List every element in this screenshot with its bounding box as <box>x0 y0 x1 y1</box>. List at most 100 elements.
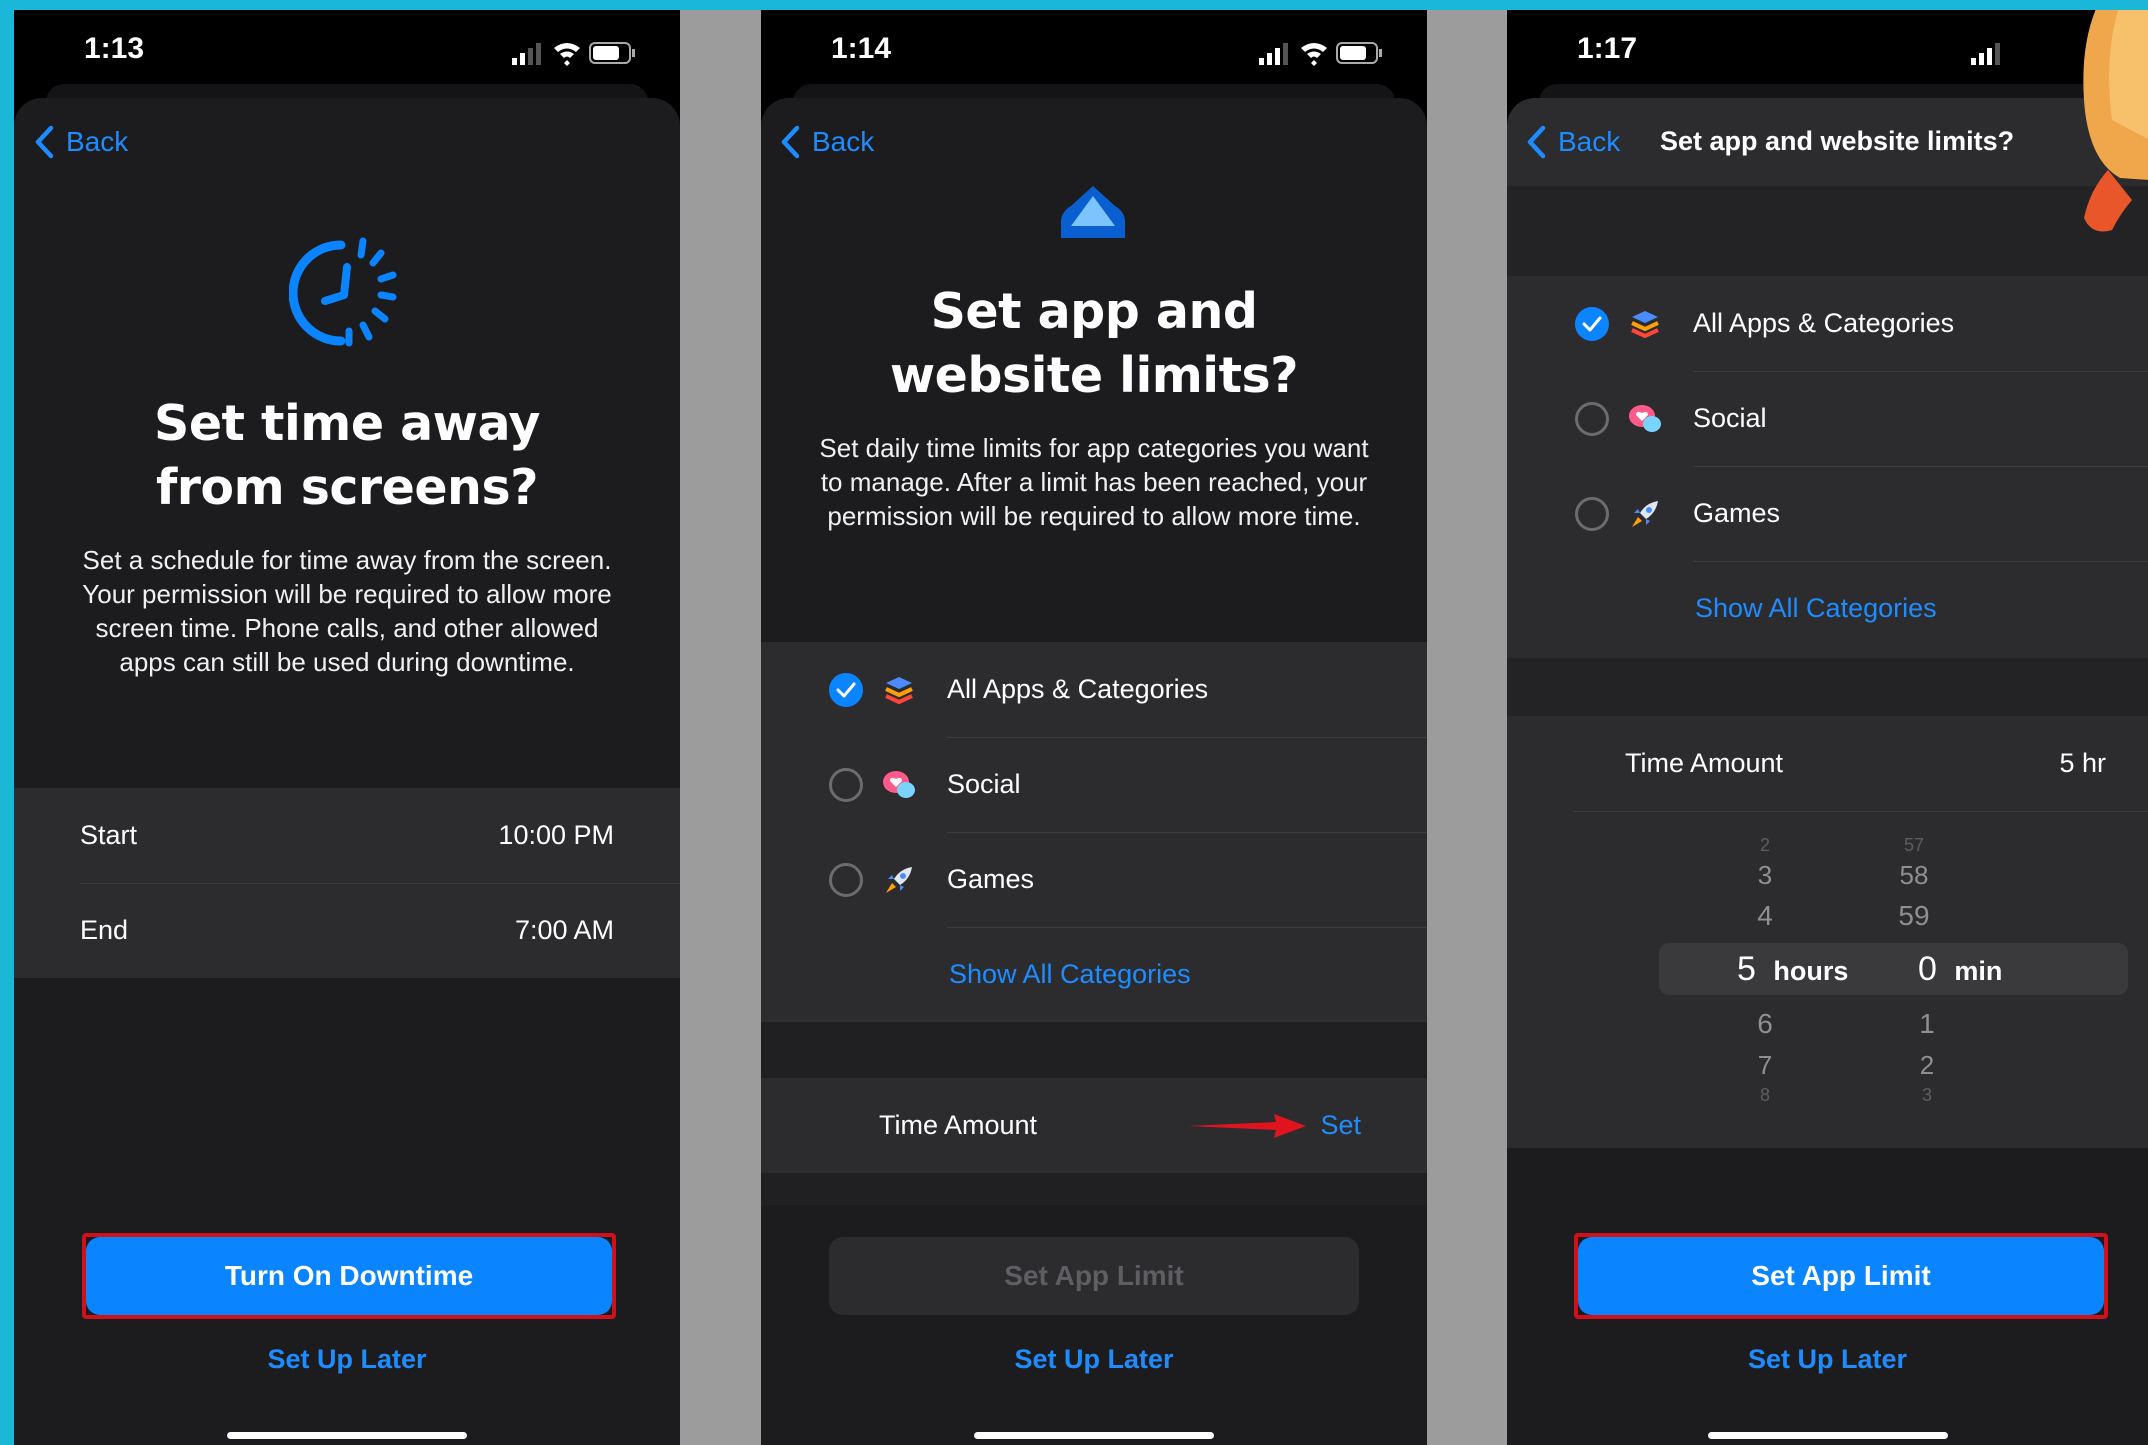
nav-title: Set app and website limits? <box>1660 126 2015 156</box>
picker-selection-highlight <box>1659 943 2128 995</box>
turn-on-downtime-button[interactable]: Turn On Downtime <box>86 1237 612 1315</box>
social-icon <box>881 767 917 803</box>
wheel-value: 2 <box>1759 835 1770 855</box>
set-up-later-link[interactable]: Set Up Later <box>761 1344 1427 1375</box>
hours-selected: 5 hours <box>1737 945 1848 995</box>
category-label: Social <box>947 769 1021 799</box>
spacer <box>1507 186 2148 276</box>
back-button[interactable]: Back <box>780 125 874 159</box>
chevron-left-icon <box>781 125 800 159</box>
end-label: End <box>80 915 129 945</box>
minutes-value: 0 <box>1918 950 1937 988</box>
status-time: 1:17 <box>1577 32 1638 65</box>
category-social[interactable]: Social <box>761 737 1427 832</box>
wheel-value: 1 <box>1919 1008 1935 1039</box>
hours-wheel[interactable]: 2 3 4 <box>1735 834 1795 938</box>
start-value: 10:00 PM <box>498 820 614 850</box>
show-all-categories-link[interactable]: Show All Categories <box>761 927 1427 1022</box>
hours-value: 5 <box>1737 950 1756 988</box>
signal-icon <box>1971 43 2000 65</box>
wheel-value: 4 <box>1757 900 1773 931</box>
status-bar: 1:13 <box>14 10 680 90</box>
title-line-2: website limits? <box>889 347 1299 404</box>
title-line-1: Set time away <box>154 395 540 452</box>
categories-group: All Apps & Categories Social Games Show … <box>1507 276 2148 658</box>
hours-wheel-below[interactable]: 6 7 8 <box>1735 1002 1795 1106</box>
checkbox-unselected[interactable] <box>1575 401 1609 436</box>
checkbox-unselected[interactable] <box>829 767 863 802</box>
mascot-character <box>2083 10 2148 232</box>
back-button[interactable]: Back <box>34 125 128 159</box>
category-label: Games <box>1693 498 1781 528</box>
minutes-selected: 0 min <box>1918 945 2002 995</box>
spacer <box>1507 658 2148 716</box>
time-amount-row[interactable]: Time Amount 5 hr <box>1507 716 2148 811</box>
set-up-later-link[interactable]: Set Up Later <box>14 1344 680 1375</box>
title-line-2: from screens? <box>155 459 539 516</box>
checkbox-unselected[interactable] <box>1575 496 1609 531</box>
panel-gap <box>1427 10 1507 1445</box>
hours-unit: hours <box>1773 956 1849 986</box>
category-all-apps[interactable]: All Apps & Categories <box>1507 276 2148 371</box>
description: Set daily time limits for app categories… <box>819 433 1369 531</box>
back-label: Back <box>1558 126 1621 157</box>
category-label: Games <box>947 864 1035 894</box>
spacer <box>761 1173 1427 1205</box>
set-time-button[interactable]: Set <box>1320 1110 1361 1141</box>
show-all-categories-link[interactable]: Show All Categories <box>1507 561 2148 656</box>
status-icons <box>512 42 635 66</box>
wheel-value: 6 <box>1757 1008 1773 1039</box>
phone-screen-app-limits: 1:14 Back Set app and website limits? Se… <box>761 10 1427 1445</box>
time-amount-row[interactable]: Time Amount Set <box>761 1078 1427 1173</box>
home-indicator <box>1707 1432 1948 1439</box>
phone-screen-downtime: 1:13 Back Set time away from screens? Se… <box>14 10 680 1445</box>
set-app-limit-button-disabled[interactable]: Set App Limit <box>829 1237 1359 1315</box>
time-amount-label: Time Amount <box>1625 748 1784 778</box>
status-icons <box>1259 42 1382 66</box>
social-icon <box>1627 401 1663 437</box>
start-label: Start <box>80 820 138 850</box>
checkbox-selected[interactable] <box>1575 306 1609 341</box>
chevron-left-icon <box>1527 125 1546 159</box>
back-label: Back <box>66 126 129 157</box>
status-bar: 1:14 <box>761 10 1427 90</box>
time-amount-label: Time Amount <box>879 1110 1038 1140</box>
checkmark-icon <box>836 682 856 697</box>
category-games[interactable]: Games <box>761 832 1427 927</box>
status-time: 1:13 <box>84 32 145 65</box>
checkbox-selected[interactable] <box>829 672 863 707</box>
minutes-wheel-below[interactable]: 1 2 3 <box>1897 1002 1957 1106</box>
minutes-unit: min <box>1954 956 2003 986</box>
status-bar: 1:17 <box>1507 10 2148 90</box>
checkmark-icon <box>1582 316 1602 331</box>
wheel-value: 8 <box>1759 1085 1770 1105</box>
page-title: Set time away from screens? <box>14 392 680 520</box>
phone-screen-time-picker: 1:17 Back Set app and website limits? Al… <box>1507 10 2148 1445</box>
back-label: Back <box>812 126 875 157</box>
minutes-wheel[interactable]: 57 58 59 <box>1879 834 1949 938</box>
panel-gap <box>680 10 761 1445</box>
wheel-value: 3 <box>1757 860 1773 890</box>
hourglass-icon <box>1061 186 1125 238</box>
start-row[interactable]: Start 10:00 PM <box>14 788 680 883</box>
category-games[interactable]: Games <box>1507 466 2148 561</box>
show-all-label: Show All Categories <box>949 959 1191 989</box>
show-all-label: Show All Categories <box>1695 593 1937 623</box>
category-all-apps[interactable]: All Apps & Categories <box>761 642 1427 737</box>
set-up-later-link[interactable]: Set Up Later <box>1507 1344 2148 1375</box>
layers-icon <box>1627 306 1663 342</box>
end-value: 7:00 AM <box>514 915 614 945</box>
set-app-limit-button[interactable]: Set App Limit <box>1578 1237 2104 1315</box>
back-button[interactable]: Back <box>1526 125 1620 159</box>
home-indicator <box>227 1432 467 1439</box>
chevron-left-icon <box>35 125 54 159</box>
time-amount-value: 5 hr <box>2059 748 2106 778</box>
downtime-icon <box>289 237 397 347</box>
wheel-value: 3 <box>1921 1085 1932 1105</box>
end-row[interactable]: End 7:00 AM <box>14 883 680 978</box>
category-social[interactable]: Social <box>1507 371 2148 466</box>
rocket-icon <box>1627 496 1663 532</box>
checkbox-unselected[interactable] <box>829 862 863 897</box>
status-time: 1:14 <box>831 32 892 65</box>
title-line-1: Set app and <box>930 283 1258 340</box>
